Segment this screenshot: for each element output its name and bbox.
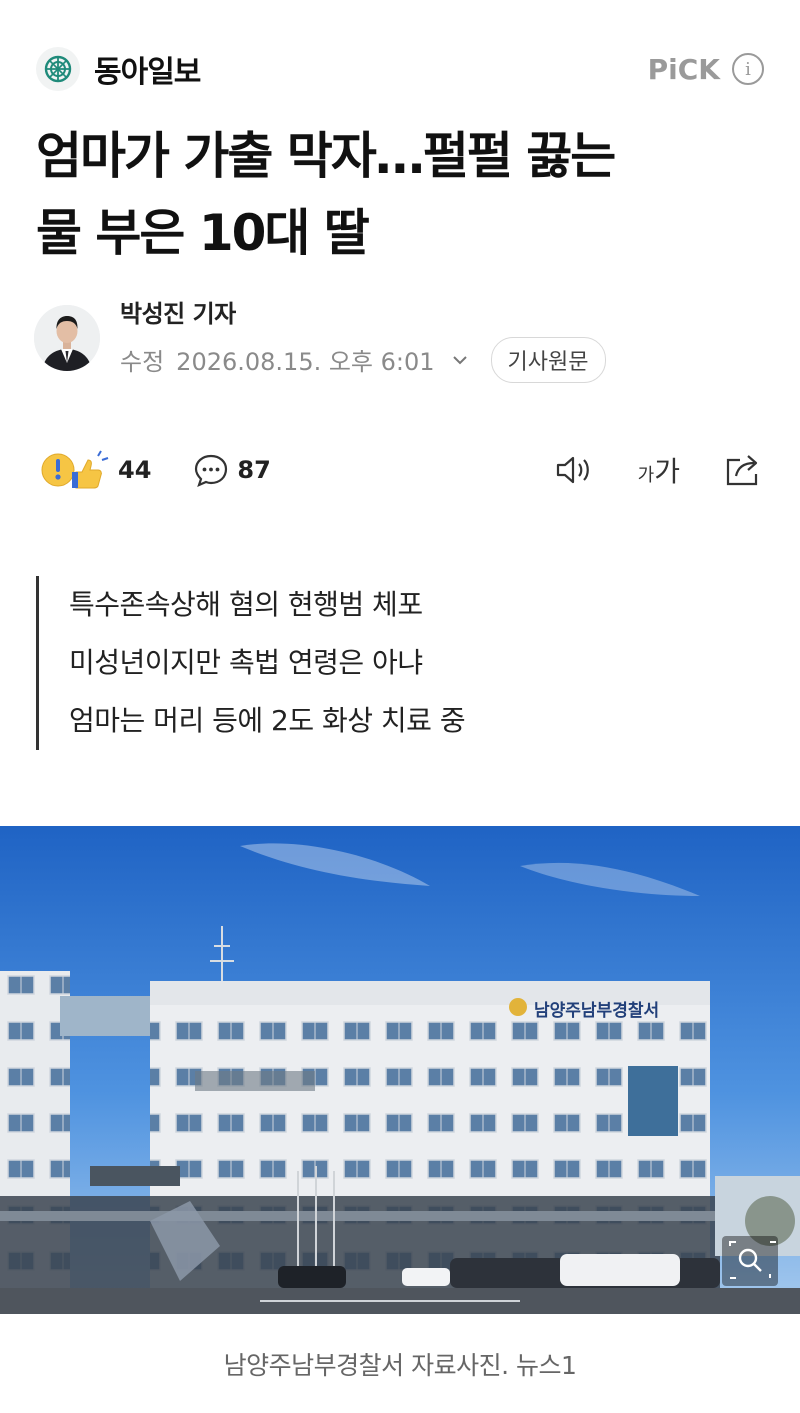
photo-zoom-button[interactable]	[722, 1236, 778, 1286]
font-big-icon: 가	[654, 455, 680, 488]
reaction-emoji-icon	[41, 450, 109, 489]
press-header: 동아일보 PiCK i	[36, 44, 764, 94]
summary-line: 미성년이지만 촉법 연령은 아냐	[69, 646, 423, 679]
speaker-icon[interactable]	[554, 453, 594, 487]
press-name[interactable]: 동아일보	[94, 47, 201, 91]
comment-count: 87	[237, 456, 271, 484]
comment-button[interactable]: 87	[193, 452, 271, 488]
original-article-button[interactable]: 기사원문	[490, 336, 606, 383]
building-sign: 남양주남부경찰서	[534, 1001, 659, 1021]
summary-line: 엄마는 머리 등에 2도 화상 치료 중	[69, 704, 466, 737]
author-meta: 수정 2026.08.15. 오후 6:01 기사원문	[120, 336, 606, 383]
modified-label: 수정	[120, 348, 165, 376]
article-tools: 가 가	[554, 450, 764, 490]
comment-icon	[195, 454, 228, 487]
reaction-count: 44	[118, 456, 152, 484]
chevron-down-icon[interactable]	[451, 351, 469, 369]
summary-line: 특수존속상해 혐의 현행범 체포	[69, 588, 423, 621]
font-small-icon: 가	[637, 465, 655, 486]
reaction-button[interactable]: 44	[38, 448, 151, 492]
pick-label: PiCK	[647, 52, 720, 86]
reaction-bar: 44 87 가 가	[38, 440, 764, 500]
headline-line-1: 엄마가 가출 막자…펄펄 끓는	[36, 127, 616, 185]
font-size-button[interactable]: 가 가	[638, 450, 680, 490]
share-icon[interactable]	[724, 452, 764, 488]
author-block: 박성진 기자 수정 2026.08.15. 오후 6:01 기사원문	[34, 298, 764, 383]
article-summary: 특수존속상해 혐의 현행범 체포 미성년이지만 촉법 연령은 아냐 엄마는 머리…	[36, 576, 466, 750]
article-headline: 엄마가 가출 막자…펄펄 끓는 물 부은 10대 딸	[36, 118, 770, 272]
photo-caption: 남양주남부경찰서 자료사진. 뉴스1	[223, 1351, 577, 1380]
author-info: 박성진 기자 수정 2026.08.15. 오후 6:01 기사원문	[120, 294, 606, 383]
headline-line-2: 물 부은 10대 딸	[36, 204, 370, 262]
info-icon[interactable]: i	[732, 53, 764, 85]
author-name[interactable]: 박성진 기자	[120, 294, 606, 329]
press-emblem-icon[interactable]	[36, 47, 80, 91]
article-date: 2026.08.15. 오후 6:01	[176, 348, 435, 376]
article-photo[interactable]: 남양주남부경찰서	[0, 826, 800, 1314]
pick-badge[interactable]: PiCK i	[648, 53, 764, 86]
author-avatar[interactable]	[34, 305, 100, 371]
